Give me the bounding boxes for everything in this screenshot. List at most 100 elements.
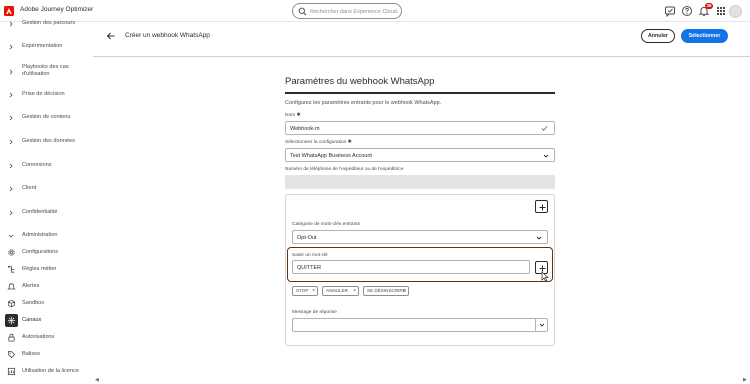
keyword-tag[interactable]: ANNULER × [322, 286, 359, 296]
chevron-right-icon [9, 69, 13, 75]
sidebar-item-label: Prise de décision [22, 91, 65, 97]
sidebar-item-label: Règles métier [22, 266, 57, 272]
keyword-tag-label: SE DÉSINSCRIRE [367, 288, 406, 293]
sidebar-item-administration[interactable]: Administration [0, 229, 93, 243]
sidebar-item-configurations[interactable]: Configurations [0, 246, 93, 260]
app-title[interactable]: Adobe Journey Optimizer [20, 6, 93, 13]
sidebar-item-alertes[interactable]: Alertes [0, 280, 93, 294]
remove-tag-icon[interactable]: × [403, 287, 406, 295]
mouse-pointer-icon [541, 271, 549, 282]
title-underline [285, 92, 555, 94]
sidebar-item-experimentation[interactable]: Expérimentation [0, 40, 93, 54]
chevron-down-icon [539, 323, 545, 327]
sidebar-item-label: Administration [22, 232, 58, 238]
search-box[interactable] [292, 3, 402, 19]
chevron-right-icon [9, 115, 13, 121]
sidebar-item-label: Playbooks des cas d'utilisation [22, 64, 69, 77]
sidebar-item-gestion-de-contenu[interactable]: Gestion de contenu [0, 111, 93, 125]
sidebar-item-playbooks[interactable]: Playbooks des cas d'utilisation [0, 62, 93, 82]
keyword-category-select[interactable]: Opt-Out [292, 230, 548, 244]
header-divider [93, 56, 750, 57]
search-input[interactable] [310, 6, 398, 17]
plus-icon [539, 204, 545, 210]
sidebar-item-label: Gestion des données [22, 138, 75, 144]
reply-message-field[interactable] [292, 318, 548, 332]
sidebar-nav: Gestion des parcours Expérimentation Pla… [0, 20, 93, 384]
adobe-logo-icon[interactable] [4, 6, 14, 16]
sidebar-item-label: Connexions [22, 162, 52, 168]
rules-icon [7, 265, 15, 273]
page-title: Créer un webhook WhatsApp [125, 32, 210, 39]
phone-field [285, 175, 555, 189]
sidebar-item-utilisation-licence[interactable]: Utilisation de la licence [0, 365, 93, 379]
config-value: Test WhatsApp Business Account [290, 152, 372, 159]
sidebar-item-label: Gestion de contenu [22, 114, 71, 120]
sidebar-item-label: Autorisations [22, 334, 55, 340]
form-description: Configurez les paramètres entrants pour … [285, 100, 442, 106]
sidebar-item-gestion-des-donnees[interactable]: Gestion des données [0, 135, 93, 149]
chart-icon [7, 367, 16, 376]
apps-grid-icon[interactable] [715, 5, 727, 17]
sidebar-item-label: Gestion des parcours [22, 20, 76, 26]
keyword-tag[interactable]: SE DÉSINSCRIRE × [363, 286, 409, 296]
sidebar-item-autorisations[interactable]: Autorisations [0, 331, 93, 345]
reply-dropdown-button[interactable] [535, 318, 547, 332]
chevron-right-icon [9, 21, 13, 27]
phone-label: Numéro de téléphone de l'expéditeur ou d… [285, 167, 404, 172]
main-content: Créer un webhook WhatsApp Annuler Sélect… [93, 22, 750, 384]
cancel-button[interactable]: Annuler [641, 29, 675, 43]
sidebar-item-balises[interactable]: Balises [0, 348, 93, 362]
chevron-right-icon [9, 210, 13, 216]
notification-badge: 36 [705, 3, 713, 9]
config-select[interactable]: Test WhatsApp Business Account [285, 148, 555, 162]
back-arrow-icon[interactable] [106, 31, 116, 41]
remove-tag-icon[interactable]: × [353, 287, 356, 295]
sidebar-item-prise-de-decision[interactable]: Prise de décision [0, 88, 93, 102]
sidebar-item-gestion-des-parcours[interactable]: Gestion des parcours [0, 18, 93, 32]
chevron-right-icon [9, 92, 13, 98]
select-button[interactable]: Sélectionner [681, 29, 728, 43]
box-icon [7, 299, 16, 308]
reply-label: Message de réponse [292, 310, 337, 315]
config-label: Sélectionnez la configuration ✱ [285, 140, 352, 145]
sidebar-item-label: Alertes [22, 283, 40, 289]
chevron-right-icon [9, 44, 13, 50]
add-category-button[interactable] [535, 200, 548, 213]
keyword-category-label: Catégorie de mots-clés entrants [292, 222, 360, 227]
chevron-right-icon [9, 163, 13, 169]
remove-tag-icon[interactable]: × [312, 287, 315, 295]
help-icon[interactable] [681, 5, 693, 17]
sidebar-item-confidentialite[interactable]: Confidentialité [0, 206, 93, 220]
tag-icon [7, 350, 16, 359]
chevron-down-icon [543, 154, 549, 158]
user-avatar[interactable] [729, 5, 742, 18]
sidebar-item-client[interactable]: Client [0, 182, 93, 196]
search-icon [298, 7, 307, 16]
sidebar-item-canaux[interactable]: Canaux [0, 314, 93, 328]
sidebar-item-sandbox[interactable]: Sandbox [0, 297, 93, 311]
chevron-down-icon [8, 234, 14, 238]
form-title: Paramètres du webhook WhatsApp [285, 76, 435, 87]
top-bar: Adobe Journey Optimizer 36 [0, 0, 750, 22]
keyword-tag-label: STOP [296, 288, 309, 293]
name-label: Nom ✱ [285, 113, 301, 118]
sidebar-item-connexions[interactable]: Connexions [0, 159, 93, 173]
channels-icon [7, 316, 16, 325]
scroll-left-icon[interactable]: ◀ [95, 377, 99, 383]
sidebar-item-label: Expérimentation [22, 43, 63, 49]
bell-icon [7, 283, 16, 290]
scroll-right-icon[interactable]: ▶ [743, 377, 747, 383]
sidebar-item-label: Canaux [22, 317, 42, 323]
sidebar-item-regles-metier[interactable]: Règles métier [0, 263, 93, 277]
name-field[interactable]: Webhook-m [285, 121, 555, 135]
feedback-icon[interactable] [664, 5, 676, 17]
gear-icon [8, 249, 15, 256]
sidebar-item-label: Confidentialité [22, 209, 58, 215]
chevron-right-icon [9, 186, 13, 192]
sidebar-item-label: Client [22, 185, 37, 191]
keyword-input-value: QUITTER [297, 264, 322, 271]
keyword-input[interactable]: QUITTER [292, 260, 530, 274]
keyword-tag[interactable]: STOP × [292, 286, 318, 296]
keyword-tag-label: ANNULER [326, 288, 348, 293]
lock-icon [8, 333, 15, 342]
